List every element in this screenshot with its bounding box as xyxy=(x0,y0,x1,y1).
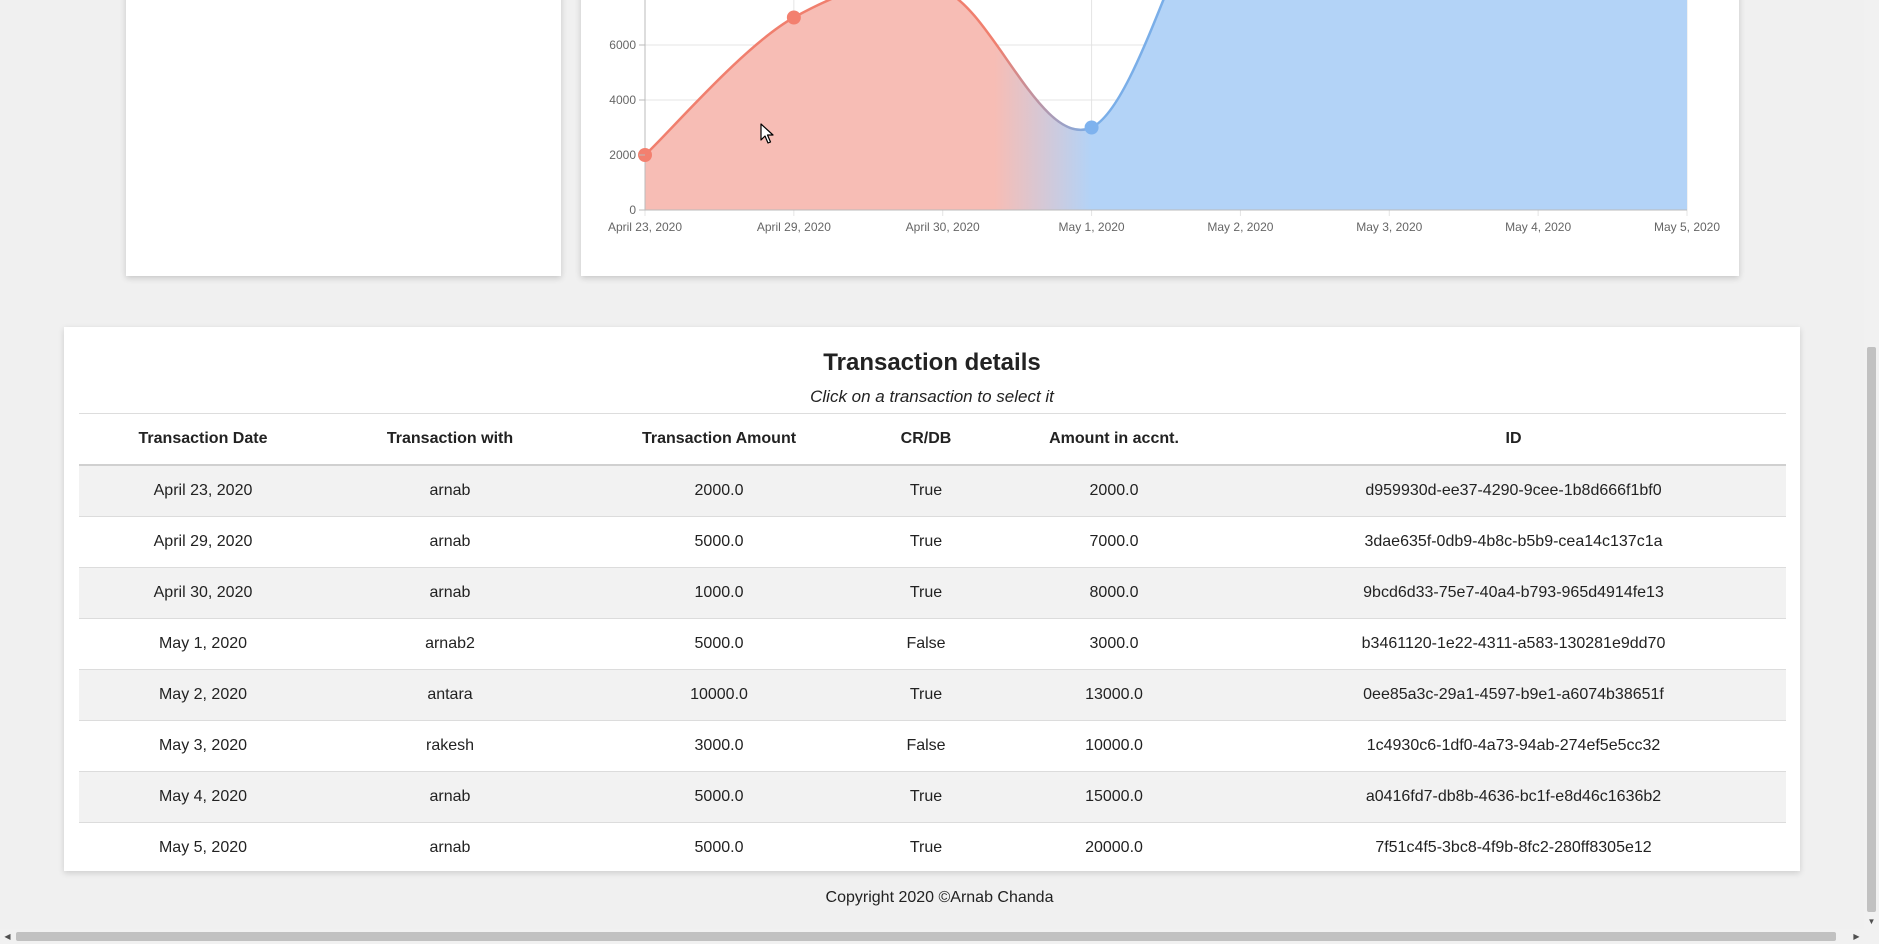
cell-cr-db: True xyxy=(865,771,987,823)
table-header-row: Transaction Date Transaction with Transa… xyxy=(79,413,1786,466)
transactions-table: Transaction Date Transaction with Transa… xyxy=(79,413,1786,873)
header-cr-db: CR/DB xyxy=(865,413,987,466)
header-transaction-with: Transaction with xyxy=(327,413,573,466)
header-amount-in-account: Amount in accnt. xyxy=(987,413,1241,466)
vertical-scrollbar-thumb[interactable] xyxy=(1867,347,1876,912)
cell-balance: 8000.0 xyxy=(987,567,1241,619)
table-row[interactable]: May 5, 2020 arnab 5000.0 True 20000.0 7f… xyxy=(79,822,1786,873)
cell-amount: 10000.0 xyxy=(573,669,865,721)
header-id: ID xyxy=(1241,413,1786,466)
horizontal-scrollbar[interactable]: ◀ ▶ xyxy=(0,929,1879,944)
cell-date: May 2, 2020 xyxy=(79,669,327,721)
cell-cr-db: True xyxy=(865,822,987,873)
cell-amount: 1000.0 xyxy=(573,567,865,619)
x-tick-label: May 2, 2020 xyxy=(1207,220,1273,234)
cell-id: 9bcd6d33-75e7-40a4-b793-965d4914fe13 xyxy=(1241,567,1786,619)
data-point[interactable] xyxy=(786,10,801,25)
x-tick-label: April 23, 2020 xyxy=(608,220,682,234)
data-point[interactable] xyxy=(1084,120,1099,135)
table-row[interactable]: April 29, 2020 arnab 5000.0 True 7000.0 … xyxy=(79,516,1786,568)
cell-cr-db: True xyxy=(865,567,987,619)
cell-with: arnab xyxy=(327,464,573,517)
balance-chart-card: 02000400060008000April 23, 2020April 29,… xyxy=(581,0,1739,276)
cell-with: arnab xyxy=(327,771,573,823)
x-tick-label: May 5, 2020 xyxy=(1654,220,1720,234)
vertical-scrollbar[interactable]: ▼ xyxy=(1864,0,1879,929)
x-tick-label: April 30, 2020 xyxy=(906,220,980,234)
cell-cr-db: False xyxy=(865,618,987,670)
cell-with: rakesh xyxy=(327,720,573,772)
cell-with: arnab xyxy=(327,822,573,873)
cell-with: arnab xyxy=(327,567,573,619)
x-tick-label: May 1, 2020 xyxy=(1059,220,1125,234)
cell-balance: 15000.0 xyxy=(987,771,1241,823)
table-row[interactable]: April 23, 2020 arnab 2000.0 True 2000.0 … xyxy=(79,464,1786,517)
arrow-down-icon[interactable]: ▼ xyxy=(1864,914,1879,929)
arrow-right-icon[interactable]: ▶ xyxy=(1849,929,1864,944)
header-transaction-amount: Transaction Amount xyxy=(573,413,865,466)
cell-cr-db: True xyxy=(865,516,987,568)
y-tick-label: 0 xyxy=(629,203,636,217)
balance-area-chart[interactable]: 02000400060008000April 23, 2020April 29,… xyxy=(581,0,1739,276)
cell-balance: 20000.0 xyxy=(987,822,1241,873)
cell-balance: 2000.0 xyxy=(987,464,1241,517)
cell-balance: 10000.0 xyxy=(987,720,1241,772)
cell-date: May 5, 2020 xyxy=(79,822,327,873)
cell-id: 7f51c4f5-3bc8-4f9b-8fc2-280ff8305e12 xyxy=(1241,822,1786,873)
cell-balance: 3000.0 xyxy=(987,618,1241,670)
cell-cr-db: True xyxy=(865,669,987,721)
y-tick-label: 2000 xyxy=(609,148,636,162)
cell-date: April 23, 2020 xyxy=(79,464,327,517)
header-transaction-date: Transaction Date xyxy=(79,413,327,466)
x-tick-label: April 29, 2020 xyxy=(757,220,831,234)
y-tick-label: 6000 xyxy=(609,38,636,52)
cell-amount: 5000.0 xyxy=(573,771,865,823)
cell-with: arnab2 xyxy=(327,618,573,670)
cell-date: May 4, 2020 xyxy=(79,771,327,823)
copyright-footer: Copyright 2020 ©Arnab Chanda xyxy=(825,889,1054,906)
cell-amount: 5000.0 xyxy=(573,516,865,568)
cell-with: arnab xyxy=(327,516,573,568)
mouse-pointer-icon xyxy=(760,123,774,150)
cell-id: 0ee85a3c-29a1-4597-b9e1-a6074b38651f xyxy=(1241,669,1786,721)
table-row[interactable]: April 30, 2020 arnab 1000.0 True 8000.0 … xyxy=(79,567,1786,619)
x-tick-label: May 3, 2020 xyxy=(1356,220,1422,234)
transaction-details-subtitle: Click on a transaction to select it xyxy=(810,387,1054,406)
table-row[interactable]: May 1, 2020 arnab2 5000.0 False 3000.0 b… xyxy=(79,618,1786,670)
cell-date: May 3, 2020 xyxy=(79,720,327,772)
table-row[interactable]: May 2, 2020 antara 10000.0 True 13000.0 … xyxy=(79,669,1786,721)
cell-amount: 5000.0 xyxy=(573,822,865,873)
table-row[interactable]: May 4, 2020 arnab 5000.0 True 15000.0 a0… xyxy=(79,771,1786,823)
x-tick-label: May 4, 2020 xyxy=(1505,220,1571,234)
cell-id: d959930d-ee37-4290-9cee-1b8d666f1bf0 xyxy=(1241,464,1786,517)
series-group xyxy=(644,0,1687,210)
left-panel-card xyxy=(126,0,561,276)
table-row[interactable]: May 3, 2020 rakesh 3000.0 False 10000.0 … xyxy=(79,720,1786,772)
cell-cr-db: True xyxy=(865,464,987,517)
cell-id: b3461120-1e22-4311-a583-130281e9dd70 xyxy=(1241,618,1786,670)
series-area xyxy=(645,0,1687,210)
cell-balance: 13000.0 xyxy=(987,669,1241,721)
cell-date: April 30, 2020 xyxy=(79,567,327,619)
transaction-details-title: Transaction details xyxy=(823,349,1041,376)
cell-id: 3dae635f-0db9-4b8c-b5b9-cea14c137c1a xyxy=(1241,516,1786,568)
y-tick-label: 4000 xyxy=(609,93,636,107)
cell-amount: 5000.0 xyxy=(573,618,865,670)
cell-cr-db: False xyxy=(865,720,987,772)
cell-balance: 7000.0 xyxy=(987,516,1241,568)
cell-amount: 2000.0 xyxy=(573,464,865,517)
cell-id: 1c4930c6-1df0-4a73-94ab-274ef5e5cc32 xyxy=(1241,720,1786,772)
transaction-details-card: Transaction details Click on a transacti… xyxy=(64,327,1800,873)
horizontal-scrollbar-thumb[interactable] xyxy=(16,932,1836,941)
cell-date: April 29, 2020 xyxy=(79,516,327,568)
cell-amount: 3000.0 xyxy=(573,720,865,772)
cell-date: May 1, 2020 xyxy=(79,618,327,670)
cell-id: a0416fd7-db8b-4636-bc1f-e8d46c1636b2 xyxy=(1241,771,1786,823)
cell-with: antara xyxy=(327,669,573,721)
arrow-left-icon[interactable]: ◀ xyxy=(0,929,15,944)
